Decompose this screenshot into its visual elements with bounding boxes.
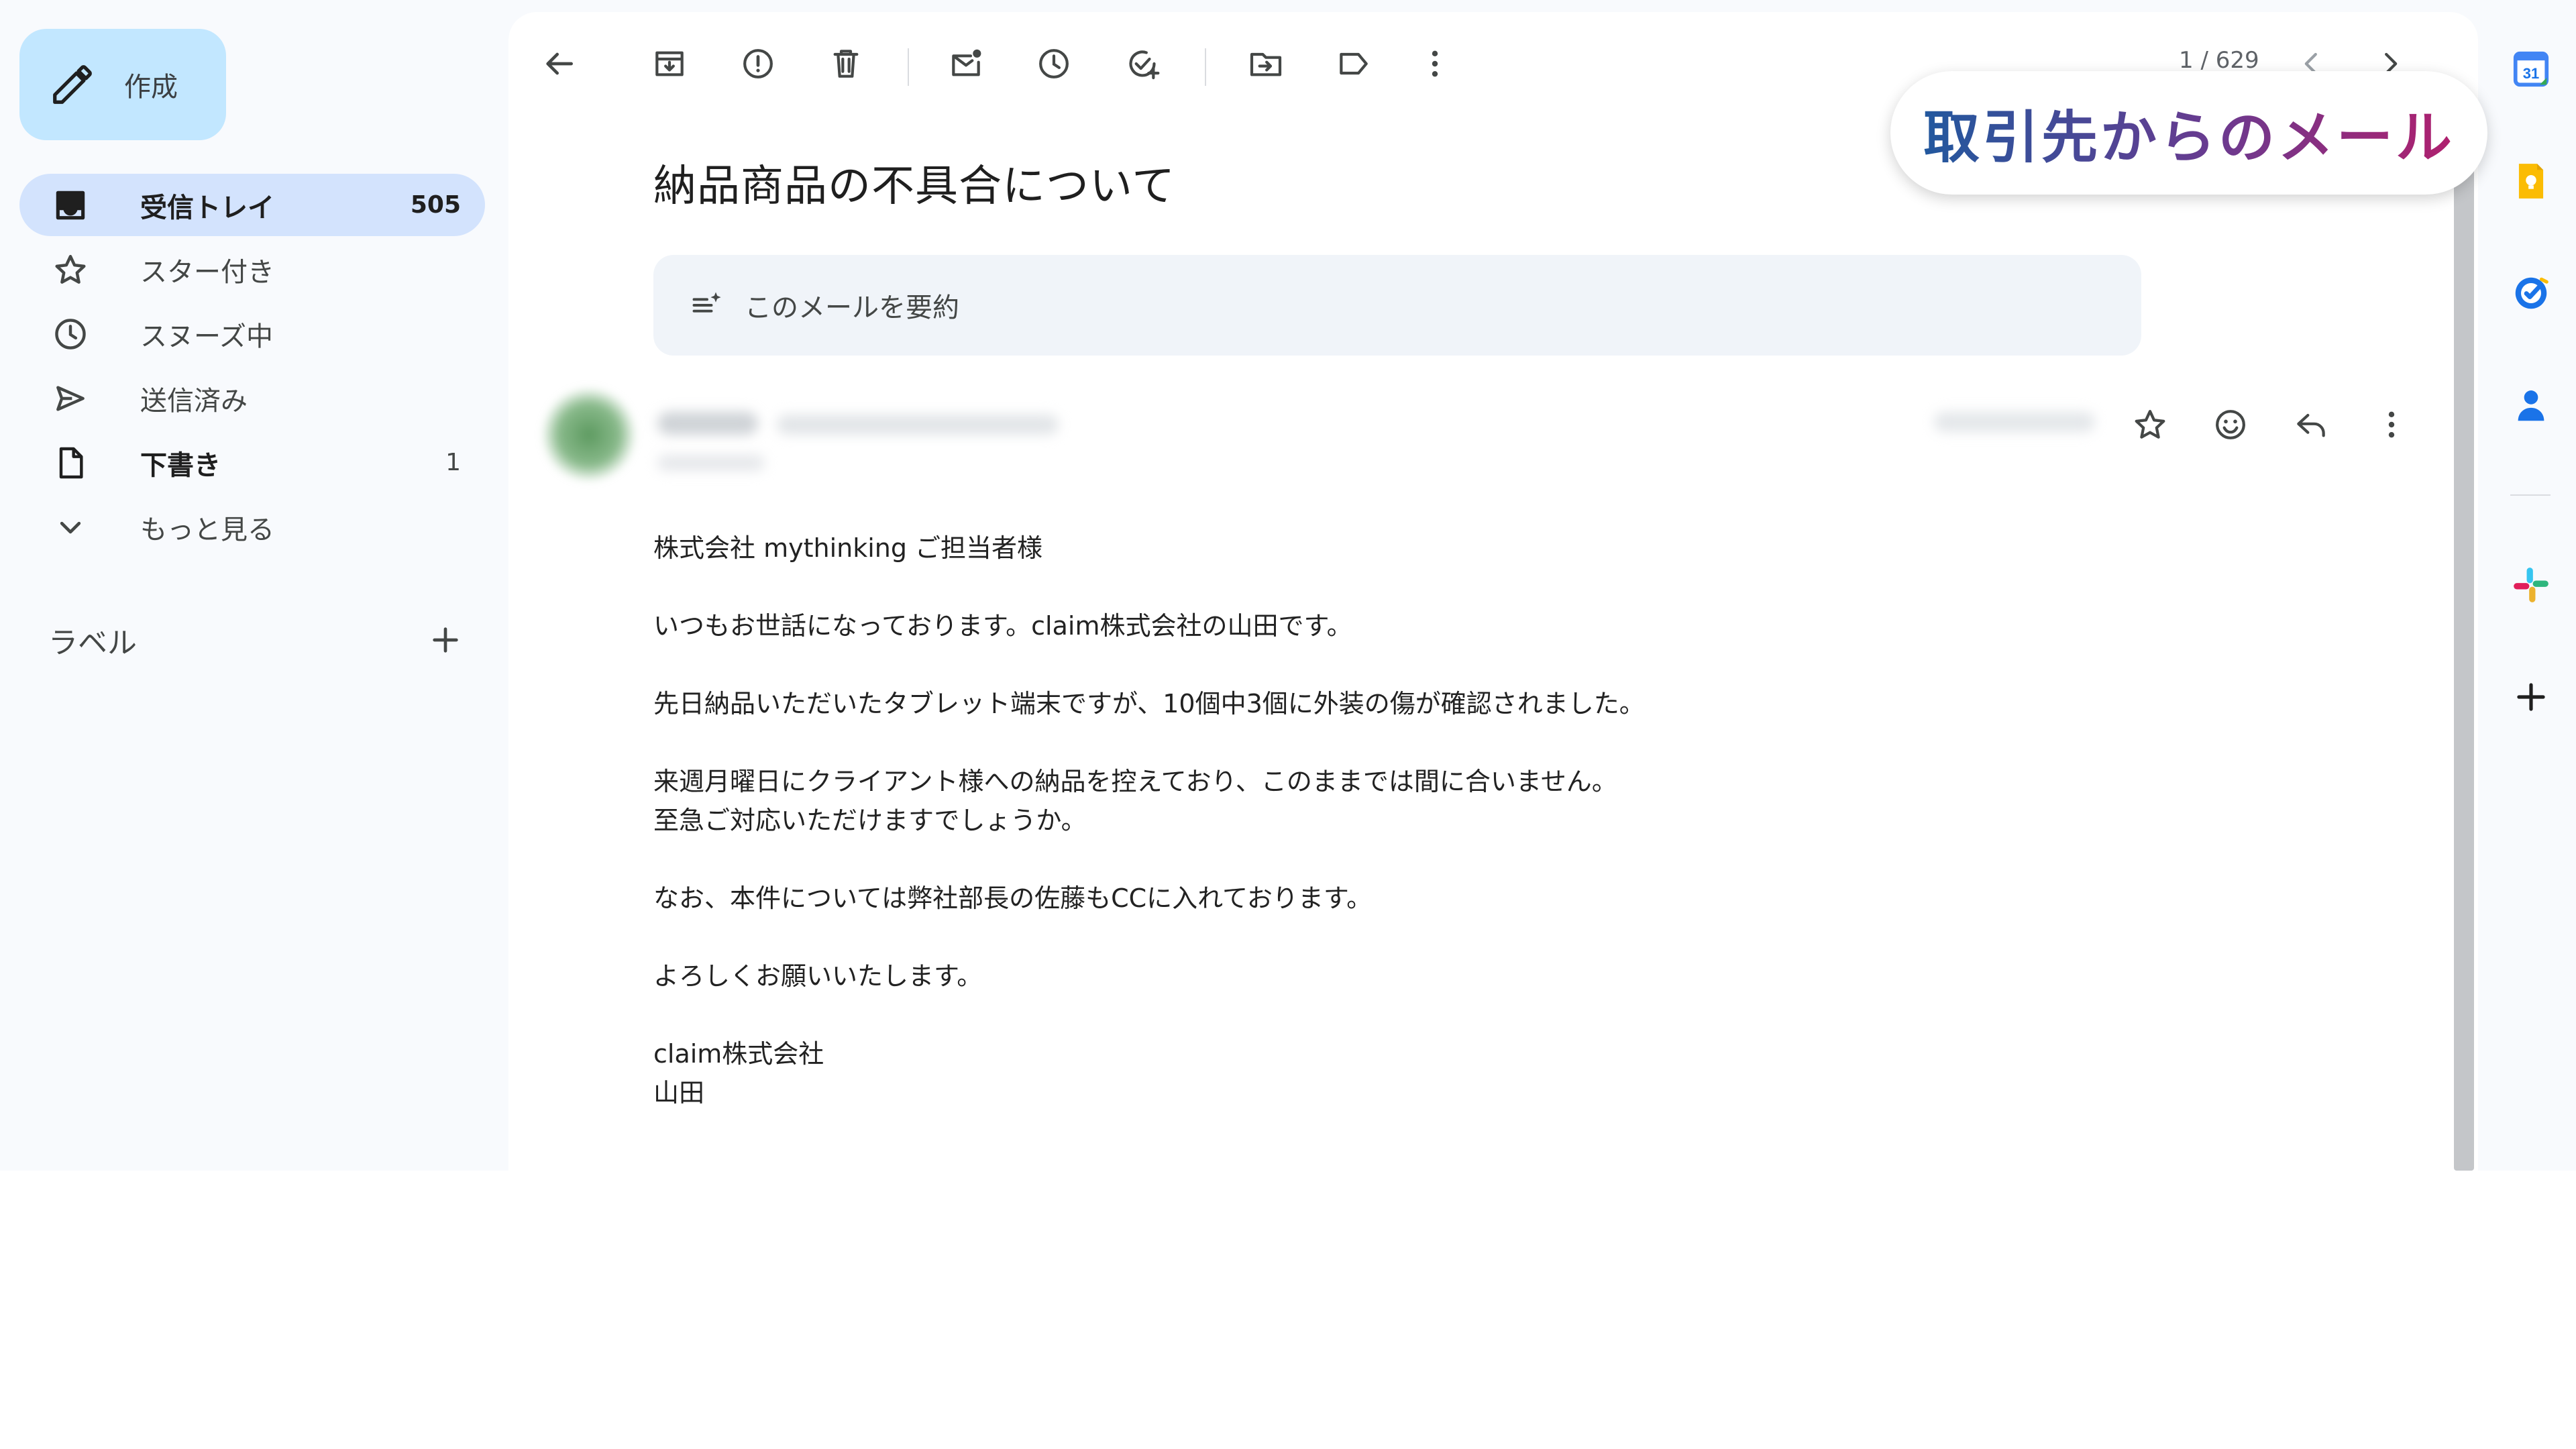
delete-icon xyxy=(833,50,859,78)
add-reaction-button[interactable] xyxy=(2207,401,2254,448)
archive-button[interactable] xyxy=(646,40,693,87)
more-vert-icon xyxy=(1432,50,1438,77)
sidebar-item-label: スヌーズ中 xyxy=(140,321,273,352)
star-button[interactable] xyxy=(2127,401,2174,448)
summarize-label: このメールを要約 xyxy=(745,292,959,323)
chevron-down-icon xyxy=(60,521,81,533)
body-paragraph: なお、本件については弊社部長の佐藤もCCに入れております。 xyxy=(653,883,1373,913)
slack-icon xyxy=(2514,568,2548,602)
toolbar-divider xyxy=(1205,48,1206,86)
delete-button[interactable] xyxy=(822,40,869,87)
draft-icon xyxy=(59,447,83,478)
sidebar-item-drafts[interactable]: 下書き 1 xyxy=(19,431,485,494)
pencil-icon xyxy=(53,65,92,104)
compose-label: 作成 xyxy=(124,72,178,103)
inbox-icon xyxy=(56,191,85,219)
side-panel-divider xyxy=(2510,494,2551,496)
scrollbar[interactable] xyxy=(2454,134,2474,1171)
keep-addon[interactable] xyxy=(2508,158,2555,205)
gmail-app: 作成 受信トレイ 505 スター付き スヌーズ中 送信済み 下書き 1 もっと見… xyxy=(0,0,2576,1171)
recipient-line-blurred xyxy=(657,455,765,471)
clock-icon xyxy=(55,318,86,350)
unread-count: 505 xyxy=(410,191,461,219)
more-vert-icon xyxy=(2388,411,2395,438)
snooze-icon xyxy=(1039,49,1069,78)
back-arrow-icon xyxy=(546,52,573,75)
sender-name-blurred xyxy=(657,412,758,435)
overlay-badge: 取引先からのメール xyxy=(1890,71,2487,195)
sidebar-item-sent[interactable]: 送信済み xyxy=(19,367,485,429)
add-task-icon xyxy=(1129,50,1160,80)
sender-avatar[interactable] xyxy=(542,388,636,482)
mark-unread-icon xyxy=(952,49,981,76)
plus-icon[interactable] xyxy=(427,621,464,659)
sidebar-item-label: 送信済み xyxy=(140,385,248,417)
labels-section-header: ラベル xyxy=(48,618,464,662)
snooze-button[interactable] xyxy=(1030,40,1077,87)
email-body: 株式会社 mythinking ご担当者様 いつもお世話になっております。cla… xyxy=(653,529,2196,1151)
toolbar-divider xyxy=(908,48,909,86)
draft-count: 1 xyxy=(445,449,461,476)
timestamp-blurred xyxy=(1934,412,2095,432)
get-addons-button[interactable] xyxy=(2508,674,2555,720)
body-paragraph: 来週月曜日にクライアント様への納品を控えており、このままでは間に合いません。 至… xyxy=(653,767,1617,835)
calendar-icon: 31 xyxy=(2513,51,2549,87)
sidebar-item-more[interactable]: もっと見る xyxy=(19,496,485,558)
tasks-icon xyxy=(2515,277,2548,309)
sidebar-item-label: スター付き xyxy=(140,256,274,288)
more-options-button[interactable] xyxy=(1411,40,1458,87)
summarize-icon xyxy=(692,292,721,313)
body-paragraph: いつもお世話になっております。claim株式会社の山田です。 xyxy=(653,611,1352,641)
sidebar-item-snoozed[interactable]: スヌーズ中 xyxy=(19,303,485,365)
add-task-button[interactable] xyxy=(1119,40,1166,87)
move-to-button[interactable] xyxy=(1242,40,1289,87)
move-to-icon xyxy=(1250,52,1282,76)
add-addon-icon xyxy=(2517,683,2545,711)
back-button[interactable] xyxy=(535,40,582,87)
body-paragraph: 株式会社 mythinking ご担当者様 xyxy=(653,533,1043,563)
label-icon xyxy=(1340,52,1368,75)
keep-icon xyxy=(2518,164,2544,199)
summarize-email-button[interactable]: このメールを要約 xyxy=(653,255,2141,356)
reply-icon xyxy=(2297,413,2325,437)
star-icon xyxy=(2135,410,2165,439)
star-icon xyxy=(55,254,86,284)
slack-addon[interactable] xyxy=(2508,561,2555,608)
body-paragraph: よろしくお願いいたします。 xyxy=(653,961,983,991)
sidebar-nav: 受信トレイ 505 スター付き スヌーズ中 送信済み 下書き 1 もっと見る xyxy=(19,174,485,560)
message-more-button[interactable] xyxy=(2368,401,2415,448)
sidebar-item-starred[interactable]: スター付き xyxy=(19,238,485,301)
overlay-badge-text: 取引先からのメール xyxy=(1923,93,2455,174)
compose-button[interactable]: 作成 xyxy=(19,29,226,140)
signature: claim株式会社 山田 xyxy=(653,1039,824,1108)
sidebar-item-label: 下書き xyxy=(140,449,221,481)
contacts-addon[interactable] xyxy=(2508,382,2555,429)
sidebar-item-label: 受信トレイ xyxy=(140,192,274,223)
emoji-icon xyxy=(2216,410,2245,439)
calendar-addon[interactable]: 31 xyxy=(2508,46,2555,93)
body-paragraph: 先日納品いただいたタブレット端末ですが、10個中3個に外装の傷が確認されました。 xyxy=(653,689,1645,718)
mark-unread-button[interactable] xyxy=(943,40,989,87)
labels-title: ラベル xyxy=(48,626,137,660)
calendar-day: 31 xyxy=(2523,65,2539,82)
contacts-icon xyxy=(2518,390,2544,421)
tasks-addon[interactable] xyxy=(2508,270,2555,317)
reply-button[interactable] xyxy=(2288,401,2334,448)
report-spam-button[interactable] xyxy=(735,40,782,87)
send-icon xyxy=(56,385,85,411)
report-spam-icon xyxy=(743,49,773,78)
sender-address-blurred xyxy=(777,415,1059,435)
email-subject: 納品商品の不具合について xyxy=(653,162,1176,211)
sidebar-item-label: もっと見る xyxy=(140,514,274,545)
sidebar-item-inbox[interactable]: 受信トレイ 505 xyxy=(19,174,485,236)
pagination-text: 1 / 629 xyxy=(2179,47,2259,74)
label-button[interactable] xyxy=(1330,40,1377,87)
archive-icon xyxy=(655,51,684,76)
